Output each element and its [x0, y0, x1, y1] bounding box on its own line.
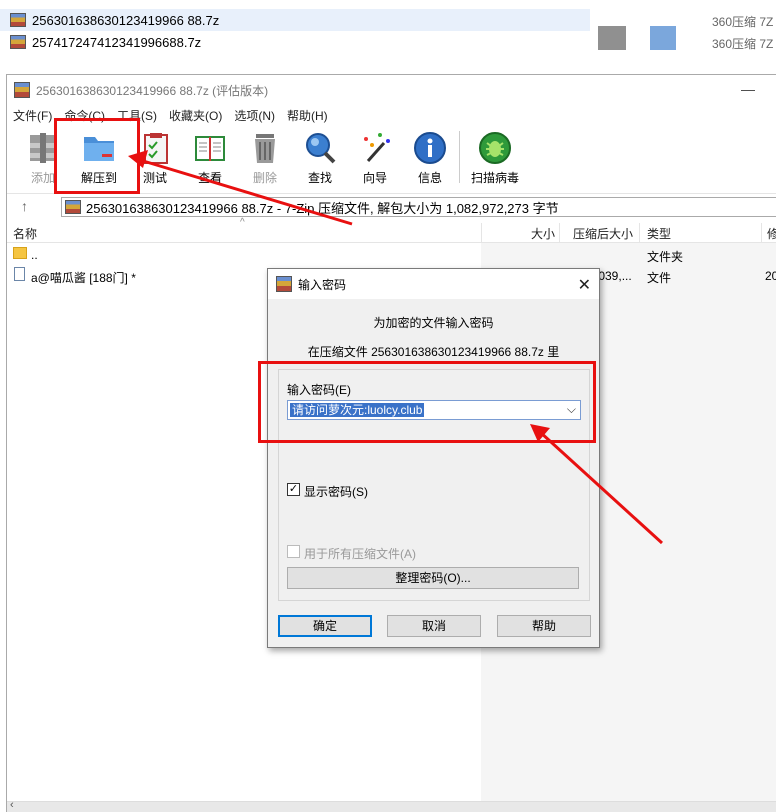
- dialog-heading: 为加密的文件输入密码: [373, 316, 494, 330]
- window-title-bar: 256301638630123419966 88.7z (评估版本) —: [7, 75, 776, 105]
- blurred-thumbnail: [598, 26, 626, 50]
- list-item-name: ..: [31, 248, 38, 262]
- close-icon[interactable]: ✕: [578, 275, 591, 295]
- column-type[interactable]: 类型: [647, 225, 671, 242]
- blurred-thumbnail: [650, 26, 676, 50]
- explorer-file-name: 256301638630123419966 88.7z: [32, 12, 220, 28]
- explorer-file-type: 360压缩 7Z: [712, 15, 774, 29]
- column-divider: [761, 223, 762, 243]
- minimize-icon[interactable]: —: [741, 81, 755, 97]
- horizontal-scrollbar[interactable]: ‹: [7, 799, 776, 812]
- address-text: 256301638630123419966 88.7z - 7-Zip 压缩文件…: [86, 200, 559, 216]
- column-divider: [639, 223, 640, 243]
- magnifier-icon: [303, 131, 337, 165]
- cancel-button[interactable]: 取消: [387, 615, 481, 637]
- menu-options[interactable]: 选项(N): [228, 107, 281, 124]
- toolbar-separator: [459, 131, 460, 183]
- explorer-file-row[interactable]: 256301638630123419966 88.7z: [0, 9, 590, 31]
- list-item-name: a@喵瓜酱 [188门] *: [31, 271, 136, 285]
- menu-file[interactable]: 文件(F): [7, 107, 58, 124]
- sort-up-icon: ^: [240, 217, 245, 228]
- show-password-label: 显示密码(S): [304, 485, 368, 499]
- menu-favorites[interactable]: 收藏夹(O): [163, 107, 228, 124]
- address-field[interactable]: 256301638630123419966 88.7z - 7-Zip 压缩文件…: [61, 197, 776, 217]
- annotation-box-extract: [54, 118, 140, 194]
- column-modified[interactable]: 修: [767, 225, 776, 242]
- show-password-checkbox[interactable]: ✓: [287, 483, 300, 496]
- view-book-icon: [193, 131, 227, 165]
- file-icon: [14, 267, 25, 281]
- archive-file-icon: [10, 35, 26, 49]
- file-list-header: 名称 ^ 大小 压缩后大小 类型 修: [7, 217, 776, 243]
- wizard-label: 向导: [362, 171, 387, 185]
- password-dialog: 输入密码 ✕ 为加密的文件输入密码 在压缩文件 2563016386301234…: [267, 268, 600, 648]
- info-icon: [413, 131, 447, 165]
- view-button[interactable]: 查看: [184, 131, 236, 187]
- scroll-left-icon[interactable]: ‹: [10, 799, 14, 811]
- list-item-modified: 20: [765, 269, 776, 283]
- delete-button[interactable]: 删除: [239, 131, 291, 187]
- winrar-app-icon: [276, 276, 292, 292]
- info-button[interactable]: 信息: [404, 131, 456, 187]
- column-divider: [481, 223, 482, 243]
- ok-button[interactable]: 确定: [278, 615, 372, 637]
- window-title: 256301638630123419966 88.7z (评估版本): [36, 83, 269, 98]
- address-bar: ↑ 256301638630123419966 88.7z - 7-Zip 压缩…: [7, 193, 776, 219]
- info-label: 信息: [417, 171, 442, 185]
- all-archives-checkbox[interactable]: [287, 545, 300, 558]
- menu-help[interactable]: 帮助(H): [281, 107, 334, 124]
- find-label: 查找: [307, 171, 332, 185]
- wizard-button[interactable]: 向导: [349, 131, 401, 187]
- winrar-app-icon: [14, 82, 30, 98]
- view-label: 查看: [197, 171, 222, 185]
- explorer-file-type: 360压缩 7Z: [712, 37, 774, 51]
- find-button[interactable]: 查找: [294, 131, 346, 187]
- list-item[interactable]: .. 文件夹: [7, 245, 776, 265]
- help-button[interactable]: 帮助: [497, 615, 591, 637]
- annotation-box-password: [258, 361, 596, 443]
- wizard-wand-icon: [358, 131, 392, 165]
- virus-scan-label: 扫描病毒: [470, 171, 519, 185]
- dialog-title: 输入密码: [298, 277, 347, 292]
- test-clipboard-icon: [138, 131, 172, 165]
- list-item-packed: ,039,...: [595, 269, 632, 283]
- delete-label: 删除: [252, 171, 277, 185]
- column-packed-size[interactable]: 压缩后大小: [573, 225, 633, 242]
- up-arrow-icon[interactable]: ↑: [21, 198, 28, 214]
- folder-icon: [13, 247, 27, 259]
- column-divider: [559, 223, 560, 243]
- list-item-type: 文件夹: [647, 250, 684, 264]
- explorer-file-row[interactable]: 257417247412341996688.7z: [0, 31, 590, 53]
- virus-scan-button[interactable]: 扫描病毒: [467, 131, 523, 187]
- dialog-subheading: 在压缩文件 256301638630123419966 88.7z 里: [307, 345, 560, 359]
- archive-file-icon: [10, 13, 26, 27]
- explorer-file-name: 257417247412341996688.7z: [32, 34, 202, 50]
- list-item-type: 文件: [647, 271, 672, 285]
- archive-file-icon: [65, 200, 81, 214]
- virus-scan-icon: [478, 131, 512, 165]
- column-name[interactable]: 名称: [13, 225, 37, 242]
- column-size[interactable]: 大小: [531, 225, 555, 242]
- organize-passwords-button[interactable]: 整理密码(O)...: [287, 567, 579, 589]
- trash-icon: [248, 131, 282, 165]
- dialog-title-bar: 输入密码 ✕: [268, 269, 599, 299]
- all-archives-label: 用于所有压缩文件(A): [304, 547, 416, 561]
